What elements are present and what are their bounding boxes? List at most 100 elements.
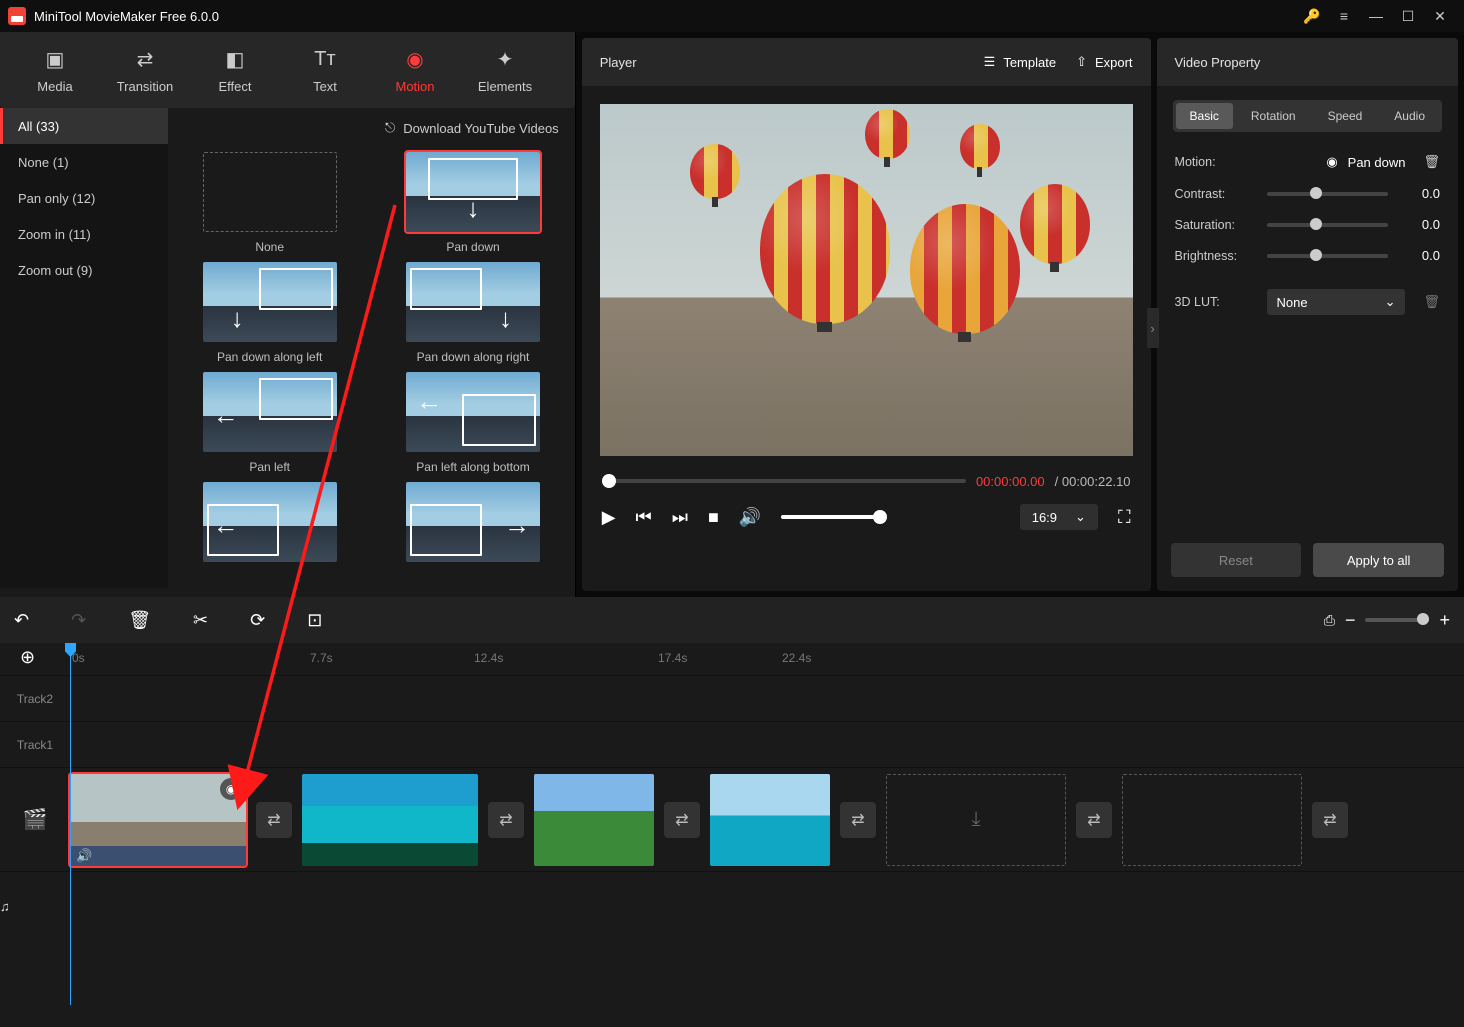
motion-pan-down-left[interactable]: ↓Pan down along left [178, 262, 361, 364]
music-track[interactable]: ♫ [0, 871, 1464, 941]
motion-pan-down[interactable]: ↓Pan down [381, 152, 564, 254]
motion-grid[interactable]: None ↓Pan down ↓Pan down along left ↓Pan… [168, 148, 575, 588]
close-icon[interactable]: ✕ [1424, 0, 1456, 32]
playhead[interactable] [70, 643, 71, 1005]
key-icon[interactable]: 🔑 [1296, 0, 1328, 32]
menu-icon[interactable]: ≡ [1328, 0, 1360, 32]
cat-panonly[interactable]: Pan only (12) [0, 180, 168, 216]
clip-3[interactable] [534, 774, 654, 866]
clip-1[interactable]: ◉ 🔊 [70, 774, 246, 866]
tab-transition[interactable]: ⇄Transition [100, 47, 190, 94]
tab-motion[interactable]: ◉Motion [370, 47, 460, 94]
stop-icon[interactable]: ■ [708, 507, 719, 528]
panel-collapse-button[interactable]: › [1147, 308, 1159, 348]
minimize-icon[interactable]: — [1360, 0, 1392, 32]
undo-icon[interactable]: ↶ [14, 610, 29, 631]
zoom-slider[interactable] [1365, 618, 1429, 622]
motion-value: Pan down [1348, 155, 1406, 170]
video-track[interactable]: 🎬 ◉ 🔊 ⇄ ⇄ ⇄ ⇄ ⤓ ⇄ ⇄ [0, 767, 1464, 871]
brightness-slider[interactable] [1267, 254, 1388, 258]
library-panel: ▣Media ⇄Transition ◧Effect Tᴛ Text ◉Motio… [0, 32, 576, 597]
drop-zone[interactable]: ⤓ [886, 774, 1066, 866]
trash-icon[interactable]: 🗑 [1423, 294, 1440, 310]
zoom-in-icon[interactable]: + [1439, 610, 1450, 631]
tab-rotation[interactable]: Rotation [1237, 103, 1310, 129]
tab-elements[interactable]: ✦Elements [460, 47, 550, 94]
motion-pan-left-bottom[interactable]: ←Pan left along bottom [381, 372, 564, 474]
redo-icon[interactable]: ↷ [71, 610, 86, 631]
track-2[interactable]: Track2 [0, 675, 1464, 721]
tab-basic[interactable]: Basic [1176, 103, 1233, 129]
video-track-icon: 🎬 [0, 807, 70, 832]
arrow-down-icon: ↓ [231, 303, 244, 334]
tab-audio[interactable]: Audio [1380, 103, 1439, 129]
seek-track[interactable] [602, 479, 966, 483]
cat-zoomout[interactable]: Zoom out (9) [0, 252, 168, 288]
transition-slot[interactable]: ⇄ [1076, 802, 1112, 838]
motion-extra-1[interactable]: ← [178, 482, 361, 562]
transition-slot[interactable]: ⇄ [488, 802, 524, 838]
saturation-label: Saturation: [1175, 218, 1257, 232]
video-preview[interactable] [600, 104, 1133, 456]
motion-pan-left[interactable]: ←Pan left [178, 372, 361, 474]
cat-none[interactable]: None (1) [0, 144, 168, 180]
motion-icon: ◉ [370, 47, 460, 73]
tab-media[interactable]: ▣Media [10, 47, 100, 94]
volume-slider[interactable] [781, 515, 881, 519]
next-icon[interactable]: ⏭ [672, 507, 688, 528]
download-youtube-button[interactable]: ⎋ Download YouTube Videos [385, 120, 559, 136]
timeline-ruler[interactable]: ⊕ 0s 7.7s 12.4s 17.4s 22.4s [0, 643, 1464, 675]
motion-extra-2[interactable]: → [381, 482, 564, 562]
motion-none[interactable]: None [178, 152, 361, 254]
tab-effect[interactable]: ◧Effect [190, 47, 280, 94]
contrast-slider[interactable] [1267, 192, 1388, 196]
track-1[interactable]: Track1 [0, 721, 1464, 767]
property-tabs: Basic Rotation Speed Audio [1173, 100, 1442, 132]
delete-icon[interactable]: 🗑 [128, 610, 151, 631]
saturation-slider[interactable] [1267, 223, 1388, 227]
transition-slot[interactable]: ⇄ [664, 802, 700, 838]
lut-label: 3D LUT: [1175, 295, 1257, 309]
cat-zoomin[interactable]: Zoom in (11) [0, 216, 168, 252]
clip-2[interactable] [302, 774, 478, 866]
motion-label: Motion: [1175, 155, 1257, 169]
ruler-mark: 12.4s [474, 651, 503, 665]
arrow-down-icon: ↓ [467, 193, 480, 224]
apply-all-button[interactable]: Apply to all [1313, 543, 1444, 577]
zoom-out-icon[interactable]: − [1345, 610, 1356, 631]
fullscreen-icon[interactable]: ⛶ [1118, 507, 1131, 528]
prev-icon[interactable]: ⏮ [636, 507, 652, 528]
crop-icon[interactable]: ⊡ [307, 610, 322, 631]
transition-slot[interactable]: ⇄ [1312, 802, 1348, 838]
clip-4[interactable] [710, 774, 830, 866]
transition-slot[interactable]: ⇄ [256, 802, 292, 838]
speed-icon[interactable]: ⟳ [250, 610, 265, 631]
clip-audio-icon: 🔊 [70, 846, 246, 866]
aspect-ratio-select[interactable]: 16:9⌄ [1020, 504, 1098, 530]
template-button[interactable]: ☰Template [984, 54, 1056, 70]
timeline-panel: ↶ ↷ 🗑 ✂ ⟳ ⊡ ⎙ − + ⊕ 0s 7.7s 12.4s 17.4s … [0, 597, 1464, 1027]
motion-badge-icon: ◉ [1326, 154, 1337, 170]
add-track-button[interactable]: ⊕ [20, 647, 42, 669]
arrow-left-icon: ← [213, 400, 239, 431]
transition-slot[interactable]: ⇄ [840, 802, 876, 838]
cat-all[interactable]: All (33) [0, 108, 168, 144]
motion-pan-down-right[interactable]: ↓Pan down along right [381, 262, 564, 364]
text-icon: Tᴛ [280, 47, 370, 73]
saturation-value: 0.0 [1398, 217, 1440, 232]
split-icon[interactable]: ✂ [193, 610, 208, 631]
tab-speed[interactable]: Speed [1314, 103, 1377, 129]
property-panel: › Video Property Basic Rotation Speed Au… [1157, 38, 1458, 591]
lut-select[interactable]: None⌄ [1267, 289, 1406, 315]
maximize-icon[interactable]: ☐ [1392, 0, 1424, 32]
drop-zone[interactable] [1122, 774, 1302, 866]
trash-icon[interactable]: 🗑 [1423, 154, 1440, 170]
tab-text-label: Text [280, 79, 370, 94]
fit-icon[interactable]: ⎙ [1324, 612, 1335, 629]
tab-text[interactable]: Tᴛ Text [280, 47, 370, 94]
play-icon[interactable]: ▶ [602, 507, 616, 528]
export-button[interactable]: ⇧Export [1076, 54, 1132, 70]
category-sidebar: All (33) None (1) Pan only (12) Zoom in … [0, 108, 168, 588]
reset-button[interactable]: Reset [1171, 543, 1302, 577]
volume-icon[interactable]: 🔊 [739, 507, 761, 528]
